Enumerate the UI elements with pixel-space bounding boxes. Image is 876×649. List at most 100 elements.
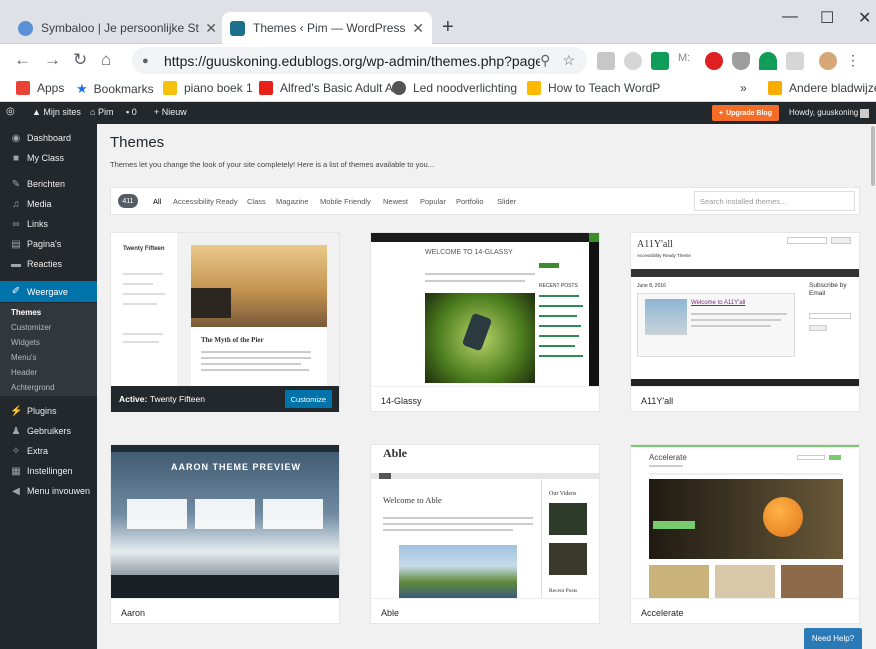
- wordpress-icon: [230, 20, 245, 36]
- sidebar-item-berichten[interactable]: ✎ Berichten: [0, 175, 97, 193]
- maximize-button[interactable]: ☐: [820, 8, 834, 28]
- admin-my-sites[interactable]: ▲ Mijn sites: [32, 107, 81, 117]
- comments-icon: ▬: [11, 258, 21, 270]
- shield-icon[interactable]: [732, 52, 750, 70]
- bookmark-howto[interactable]: How to Teach WordP: [527, 81, 660, 95]
- bookmarks-overflow[interactable]: »: [740, 81, 747, 95]
- main-content: Themes Themes let you change the look of…: [97, 124, 874, 649]
- bookmark-alfred[interactable]: Alfred's Basic Adult A: [259, 81, 393, 95]
- home-icon[interactable]: ⌂: [101, 50, 111, 70]
- theme-screenshot: A11Y'all Accessibility Ready Theme June …: [631, 233, 859, 386]
- close-icon[interactable]: ✕: [205, 20, 217, 37]
- bookmark-other[interactable]: Andere bladwijzers: [768, 81, 876, 95]
- admin-comments[interactable]: ▪ 0: [126, 107, 137, 117]
- sidebar-item-media[interactable]: ♫ Media: [0, 195, 97, 213]
- bookmark-apps[interactable]: Apps: [16, 81, 64, 95]
- theme-screenshot: Able Welcome to Able Our Videos Recent P…: [371, 445, 599, 598]
- wordpress-icon[interactable]: ◎: [6, 106, 15, 117]
- menu-icon[interactable]: ⋮: [846, 52, 860, 70]
- filter-slider[interactable]: Slider: [497, 197, 516, 206]
- sidebar-item-reacties[interactable]: ▬ Reacties: [0, 255, 97, 273]
- youtube-icon: [259, 81, 273, 95]
- theme-card-able[interactable]: Able Welcome to Able Our Videos Recent P…: [370, 444, 600, 624]
- gmail-icon[interactable]: M:: [678, 52, 696, 70]
- tab-title: Symbaloo | Je persoonlijke Startpagina: [41, 21, 199, 35]
- theme-card-accelerate[interactable]: Accelerate Accelerate: [630, 444, 860, 624]
- admin-sidebar: ◉ Dashboard ■ My Class ✎ Berichten ♫ Media ∞…: [0, 124, 97, 649]
- back-icon[interactable]: ←: [14, 50, 31, 70]
- bookmark-piano[interactable]: piano boek 1: [163, 81, 253, 95]
- orange-fruit: [763, 497, 803, 537]
- extension-icons: M: ⋮: [597, 52, 860, 70]
- admin-site-name[interactable]: ⌂ Pim: [90, 107, 113, 117]
- extension-icon[interactable]: [759, 52, 777, 70]
- filter-all[interactable]: All: [153, 197, 161, 206]
- tab-title: Themes ‹ Pim — WordPress: [253, 21, 406, 35]
- extension-icon[interactable]: [651, 52, 669, 70]
- opera-icon[interactable]: [705, 52, 723, 70]
- customize-button[interactable]: Customize: [284, 390, 332, 408]
- submenu-achtergrond[interactable]: Achtergrond: [11, 383, 55, 392]
- avatar[interactable]: [860, 109, 869, 118]
- sidebar-item-extra[interactable]: ✧ Extra: [0, 442, 97, 460]
- sidebar-item-collapse[interactable]: ◀ Menu invouwen: [0, 482, 97, 500]
- submenu-customizer[interactable]: Customizer: [11, 323, 51, 332]
- piano-icon: [163, 81, 177, 95]
- browser-tab-bar: Symbaloo | Je persoonlijke Startpagina ✕…: [0, 0, 876, 44]
- forward-icon[interactable]: →: [44, 50, 61, 70]
- dashboard-icon: ◉: [11, 132, 21, 144]
- reload-icon[interactable]: ↻: [73, 50, 87, 70]
- admin-new[interactable]: + Nieuw: [154, 107, 187, 117]
- close-icon[interactable]: ✕: [412, 20, 424, 37]
- extension-icon[interactable]: [624, 52, 642, 70]
- sidebar-item-weergave[interactable]: ✐ Weergave: [0, 281, 97, 302]
- new-tab-button[interactable]: +: [442, 16, 454, 39]
- close-window-button[interactable]: ✕: [858, 8, 871, 28]
- admin-howdy[interactable]: Howdy, guuskoning: [789, 108, 858, 117]
- filter-accessibility[interactable]: Accessibility Ready: [173, 197, 238, 206]
- sidebar-item-dashboard[interactable]: ◉ Dashboard: [0, 129, 97, 147]
- upgrade-blog-button[interactable]: + Upgrade Blog: [712, 105, 779, 121]
- sidebar-item-gebruikers[interactable]: ♟ Gebruikers: [0, 422, 97, 440]
- minimize-button[interactable]: —: [782, 8, 798, 26]
- theme-card-a11yall[interactable]: A11Y'all Accessibility Ready Theme June …: [630, 232, 860, 412]
- submenu-widgets[interactable]: Widgets: [11, 338, 40, 347]
- filter-mobile-friendly[interactable]: Mobile Friendly: [320, 197, 371, 206]
- theme-card-14-glassy[interactable]: WELCOME TO 14-GLASSY RECENT POSTS 14-Gla…: [370, 232, 600, 412]
- theme-search-input[interactable]: Search installed themes...: [694, 191, 855, 211]
- submenu-themes[interactable]: Themes: [11, 308, 41, 317]
- bing-icon: [527, 81, 541, 95]
- bookmark-bookmarks[interactable]: ★ Bookmarks: [76, 81, 154, 97]
- sidebar-item-paginas[interactable]: ▤ Pagina's: [0, 235, 97, 253]
- url-field[interactable]: ● https://guuskoning.edublogs.org/wp-adm…: [132, 47, 587, 74]
- tab-themes[interactable]: Themes ‹ Pim — WordPress ✕: [222, 12, 432, 44]
- need-help-button[interactable]: Need Help?: [804, 628, 862, 649]
- scrollbar[interactable]: [870, 124, 876, 649]
- filter-popular[interactable]: Popular: [420, 197, 446, 206]
- submenu-header[interactable]: Header: [11, 368, 37, 377]
- theme-name: A11Y'all: [631, 386, 859, 412]
- star-icon[interactable]: ☆: [562, 52, 575, 69]
- bookmark-led[interactable]: Led noodverlichting: [392, 81, 517, 95]
- sidebar-item-instellingen[interactable]: ▦ Instellingen: [0, 462, 97, 480]
- theme-name: Accelerate: [631, 598, 859, 624]
- filter-newest[interactable]: Newest: [383, 197, 408, 206]
- sidebar-item-my-class[interactable]: ■ My Class: [0, 149, 97, 167]
- theme-card-twenty-fifteen[interactable]: Twenty Fifteen The Myth of the Pier Acti…: [110, 232, 340, 412]
- filter-magazine[interactable]: Magazine: [276, 197, 309, 206]
- theme-card-aaron[interactable]: AARON THEME PREVIEW Aaron: [110, 444, 340, 624]
- extension-icon[interactable]: [786, 52, 804, 70]
- brush-icon: ✐: [11, 286, 21, 297]
- filter-class[interactable]: Class: [247, 197, 266, 206]
- page-intro: Themes let you change the look of your s…: [110, 160, 434, 169]
- submenu-menus[interactable]: Menu's: [11, 353, 37, 362]
- zoom-icon[interactable]: ⚲: [540, 52, 550, 69]
- tab-symbaloo[interactable]: Symbaloo | Je persoonlijke Startpagina ✕: [10, 12, 225, 44]
- filter-portfolio[interactable]: Portfolio: [456, 197, 484, 206]
- theme-name: Aaron: [111, 598, 339, 624]
- avatar[interactable]: [819, 52, 837, 70]
- sidebar-item-links[interactable]: ∞ Links: [0, 215, 97, 233]
- sidebar-item-plugins[interactable]: ⚡ Plugins: [0, 402, 97, 420]
- active-theme-bar: Active: Twenty Fifteen Customize: [111, 386, 339, 412]
- extension-icon[interactable]: [597, 52, 615, 70]
